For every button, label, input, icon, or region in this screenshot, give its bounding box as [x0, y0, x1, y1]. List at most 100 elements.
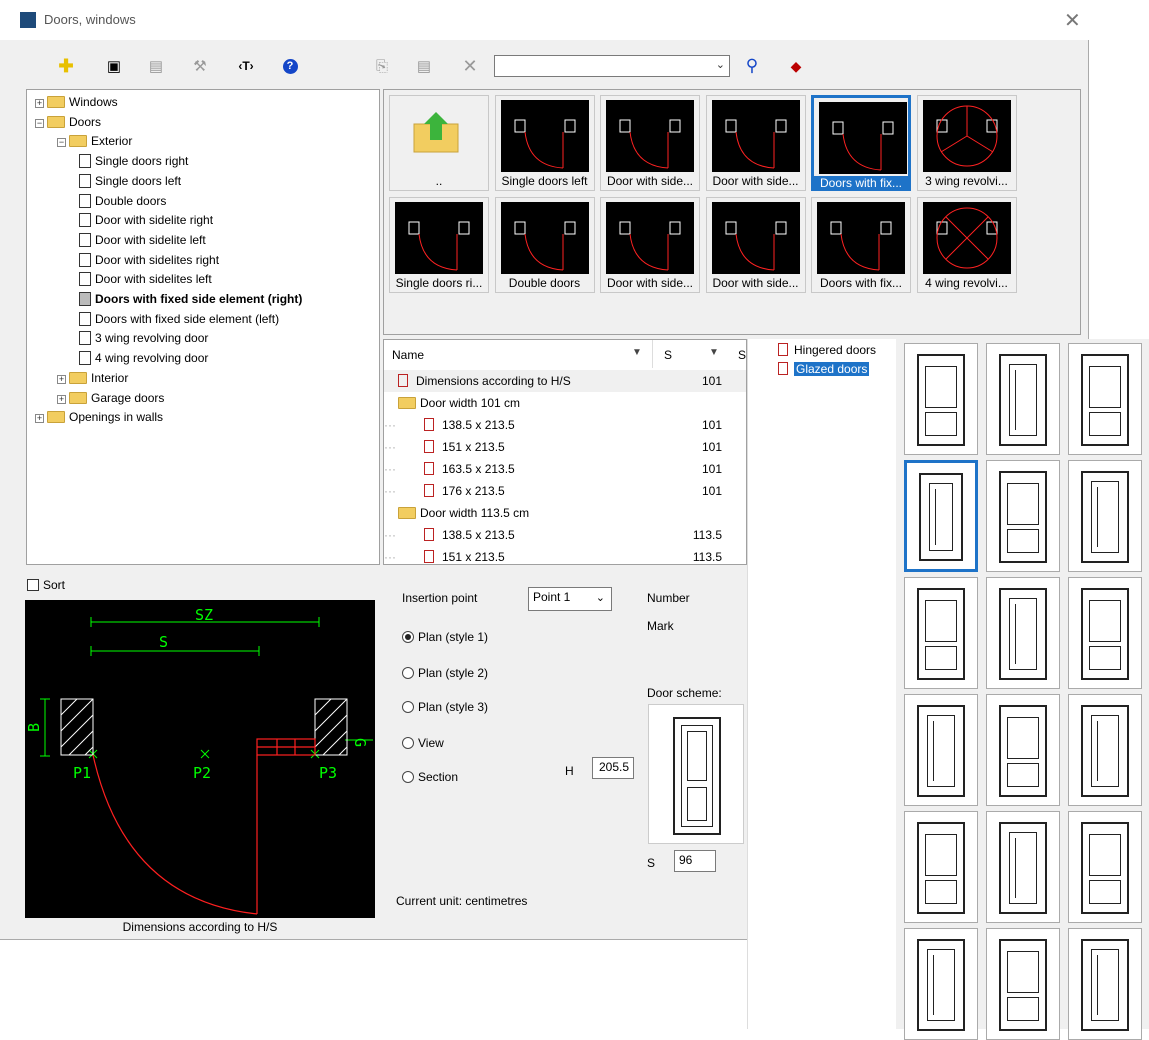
properties-icon[interactable]: ▣: [104, 56, 124, 76]
list-item[interactable]: Door width 101 cm: [384, 392, 746, 414]
list-item[interactable]: ··· 163.5 x 213.5 101: [384, 458, 746, 480]
column-header-s2[interactable]: S: [738, 348, 746, 362]
tree-item[interactable]: Door with sidelite right: [79, 210, 213, 230]
thumbnail[interactable]: Single doors left: [494, 95, 595, 191]
door-style-tile[interactable]: [986, 694, 1060, 806]
list-item[interactable]: Door width 113.5 cm: [384, 502, 746, 524]
thumbnail[interactable]: Door with side...: [600, 95, 700, 191]
door-style-tile[interactable]: [986, 928, 1060, 1040]
door-type-item[interactable]: Hingered doors: [778, 341, 876, 360]
chevron-down-icon[interactable]: ▼: [632, 347, 642, 358]
help-icon[interactable]: ?: [280, 56, 300, 76]
door-style-drawing: [999, 471, 1047, 563]
door-type-item[interactable]: Glazed doors: [778, 360, 870, 379]
display-option-radio[interactable]: Plan (style 2): [402, 666, 488, 680]
door-style-tile[interactable]: [1068, 694, 1142, 806]
paste-icon[interactable]: ▤: [414, 56, 434, 76]
tree-item[interactable]: 4 wing revolving door: [79, 348, 208, 368]
door-style-tile[interactable]: [986, 577, 1060, 689]
door-style-tile[interactable]: [1068, 343, 1142, 455]
tree-item[interactable]: + Garage doors: [57, 388, 164, 408]
tree-item[interactable]: Single doors right: [79, 151, 188, 171]
tree-item[interactable]: Door with sidelite left: [79, 230, 206, 250]
door-style-tile[interactable]: [904, 577, 978, 689]
delete-icon[interactable]: ✕: [460, 56, 480, 76]
folder-up-icon: [410, 110, 462, 154]
thumbnail[interactable]: ..: [389, 95, 489, 191]
thumbnail[interactable]: Single doors ri...: [389, 197, 489, 293]
add-icon[interactable]: ✚: [56, 56, 76, 76]
list-item[interactable]: ··· 138.5 x 213.5 113.5: [384, 524, 746, 546]
door-style-tile[interactable]: [904, 811, 978, 923]
door-style-tile[interactable]: [904, 343, 978, 455]
thumbnail[interactable]: Door with side...: [705, 95, 806, 191]
list-item[interactable]: ··· 176 x 213.5 101: [384, 480, 746, 502]
expand-icon[interactable]: +: [57, 394, 66, 404]
tree-item[interactable]: Single doors left: [79, 171, 181, 191]
list-icon[interactable]: ▤: [146, 56, 166, 76]
expand-icon[interactable]: +: [57, 374, 66, 384]
display-option-radio[interactable]: Plan (style 1): [402, 630, 488, 644]
tree-item[interactable]: Doors with fixed side element (left): [79, 309, 279, 329]
close-icon[interactable]: ✕: [1064, 8, 1081, 33]
tree-item[interactable]: Door with sidelites right: [79, 250, 219, 270]
tree-item[interactable]: − Doors: [35, 112, 101, 132]
door-style-tile[interactable]: [986, 811, 1060, 923]
tree-item[interactable]: + Openings in walls: [35, 407, 163, 427]
insertion-point-select[interactable]: Point 1 ⌄: [528, 587, 612, 611]
tree-item[interactable]: − Exterior: [57, 131, 132, 151]
find-icon[interactable]: ◆: [786, 56, 806, 76]
tree-item[interactable]: 3 wing revolving door: [79, 328, 208, 348]
door-style-drawing: [917, 705, 965, 797]
door-style-tile[interactable]: [904, 460, 978, 572]
tools-icon[interactable]: ⚒: [190, 56, 210, 76]
thumbnail[interactable]: 4 wing revolvi...: [916, 197, 1017, 293]
door-style-tile[interactable]: [1068, 928, 1142, 1040]
door-style-tile[interactable]: [986, 343, 1060, 455]
tree-item[interactable]: Doors with fixed side element (right): [79, 289, 302, 309]
door-style-tile[interactable]: [1068, 577, 1142, 689]
door-symbol-image: [711, 100, 800, 172]
list-item[interactable]: ··· 138.5 x 213.5 101: [384, 414, 746, 436]
text-icon[interactable]: ‹T›: [236, 56, 256, 76]
thumbnail[interactable]: Door with side...: [600, 197, 700, 293]
list-item[interactable]: ··· 151 x 213.5 113.5: [384, 546, 746, 568]
insertion-point-label: Insertion point: [402, 591, 478, 605]
tree-item[interactable]: + Interior: [57, 368, 128, 388]
column-header-s[interactable]: S: [664, 348, 672, 362]
h-input[interactable]: 205.5: [592, 757, 634, 779]
collapse-icon[interactable]: −: [35, 118, 44, 128]
display-option-radio[interactable]: View: [402, 736, 444, 750]
expand-icon[interactable]: +: [35, 99, 44, 108]
door-style-tile[interactable]: [1068, 811, 1142, 923]
door-style-tile[interactable]: [986, 460, 1060, 572]
display-option-radio[interactable]: Plan (style 3): [402, 700, 488, 714]
door-style-tile[interactable]: [904, 694, 978, 806]
expand-icon[interactable]: +: [35, 414, 44, 424]
tree-item[interactable]: + Windows: [35, 92, 118, 112]
point-label-p2: P2: [193, 764, 211, 782]
folder-icon: [47, 115, 65, 128]
collapse-icon[interactable]: −: [57, 138, 66, 148]
door-style-tile[interactable]: [904, 928, 978, 1040]
category-tree[interactable]: + Windows − Doors − Exterior Single doors righ…: [26, 89, 380, 565]
sort-checkbox[interactable]: [27, 579, 39, 591]
s-input[interactable]: 96: [674, 850, 716, 872]
list-item[interactable]: ··· 151 x 213.5 101: [384, 436, 746, 458]
copy-icon[interactable]: ⎘: [372, 56, 392, 76]
display-option-radio[interactable]: Section: [402, 770, 458, 784]
thumbnail[interactable]: 3 wing revolvi...: [916, 95, 1017, 191]
list-item[interactable]: Dimensions according to H/S 101: [384, 370, 746, 392]
thumbnail[interactable]: Doors with fix...: [811, 197, 911, 293]
search-icon[interactable]: ⚲: [742, 56, 762, 76]
thumbnail-caption: Doors with fix...: [814, 176, 908, 190]
chevron-down-icon[interactable]: ▼: [709, 347, 719, 358]
search-combo[interactable]: ⌄: [494, 55, 730, 77]
tree-item[interactable]: Door with sidelites left: [79, 269, 212, 289]
thumbnail[interactable]: Door with side...: [705, 197, 806, 293]
tree-item[interactable]: Double doors: [79, 191, 166, 211]
column-header-name[interactable]: Name: [392, 348, 424, 362]
thumbnail[interactable]: Double doors: [494, 197, 595, 293]
thumbnail[interactable]: Doors with fix...: [811, 95, 911, 191]
door-style-tile[interactable]: [1068, 460, 1142, 572]
